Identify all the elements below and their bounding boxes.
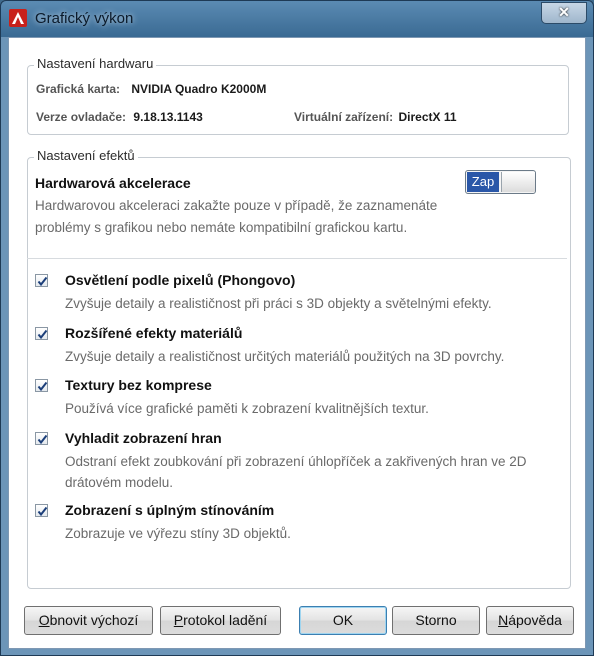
material-effects-label: Rozšířené efekty materiálů: [65, 325, 243, 341]
ok-button[interactable]: OK: [299, 606, 387, 635]
smooth-edges-description: Odstraní efekt zoubkování při zobrazení …: [65, 454, 527, 490]
help-button[interactable]: Nápověda: [486, 606, 574, 635]
uncompressed-textures-label: Textury bez komprese: [65, 377, 212, 393]
pixel-lighting-description: Zvyšuje detaily a realističnost při prác…: [65, 296, 492, 311]
effects-group-title: Nastavení efektů: [34, 148, 138, 163]
reset-defaults-button[interactable]: Obnovit výchozí: [24, 606, 153, 635]
material-effects-description: Zvyšuje detaily a realističnost určitých…: [65, 349, 505, 364]
full-shadows-checkbox[interactable]: [35, 504, 48, 517]
reset-mnemonic: O: [38, 612, 50, 628]
reset-label: bnovit výchozí: [49, 612, 139, 628]
graphics-card-value: NVIDIA Quadro K2000M: [131, 82, 267, 96]
driver-value: 9.18.13.1143: [133, 110, 203, 124]
virtual-device-value: DirectX 11: [398, 110, 457, 124]
toggle-knob[interactable]: [501, 172, 535, 192]
pixel-lighting-label: Osvětlení podle pixelů (Phongovo): [65, 272, 296, 288]
smooth-edges-label: Vyhladit zobrazení hran: [65, 430, 222, 446]
uncompressed-textures-checkbox[interactable]: [35, 379, 48, 392]
debug-log-button[interactable]: Protokol ladění: [160, 606, 281, 635]
title-bar[interactable]: Grafický výkon ✕: [1, 1, 593, 37]
cancel-button[interactable]: Storno: [392, 606, 480, 635]
smooth-edges-checkbox[interactable]: [35, 432, 48, 445]
acceleration-toggle[interactable]: Zap: [465, 170, 536, 194]
virtual-device-row: Virtuální zařízení: DirectX 11: [294, 110, 457, 124]
dialog-window: Grafický výkon ✕ Nastavení hardwaru Graf…: [0, 0, 594, 656]
uncompressed-textures-description: Používá více grafické paměti k zobrazení…: [65, 401, 429, 416]
help-mnemonic: N: [498, 612, 509, 628]
dialog-body: Nastavení hardwaru Grafická karta: NVIDI…: [8, 37, 586, 649]
full-shadows-description: Zobrazuje ve výřezu stíny 3D objektů.: [65, 526, 291, 541]
graphics-card-row: Grafická karta: NVIDIA Quadro K2000M: [36, 82, 266, 96]
hardware-group-title: Nastavení hardwaru: [34, 56, 157, 71]
close-button[interactable]: ✕: [541, 2, 587, 24]
debug-label: rotokol ladění: [183, 612, 268, 628]
debug-mnemonic: P: [173, 612, 184, 628]
acceleration-title: Hardwarová akcelerace: [35, 175, 191, 191]
app-logo-icon: [9, 9, 27, 27]
section-divider: [27, 258, 567, 259]
driver-row: Verze ovladače: 9.18.13.1143: [36, 110, 203, 124]
graphics-card-label: Grafická karta:: [36, 82, 121, 96]
toggle-on-label: Zap: [467, 172, 499, 192]
material-effects-checkbox[interactable]: [35, 327, 48, 340]
hardware-group: Nastavení hardwaru Grafická karta: NVIDI…: [27, 56, 569, 135]
virtual-device-label: Virtuální zařízení:: [294, 110, 394, 124]
full-shadows-label: Zobrazení s úplným stínováním: [65, 502, 275, 518]
pixel-lighting-checkbox[interactable]: [35, 274, 48, 287]
window-title: Grafický výkon: [35, 10, 134, 27]
acceleration-description: Hardwarovou akceleraci zakažte pouze v p…: [35, 198, 438, 235]
help-label: ápověda: [508, 612, 562, 628]
driver-label: Verze ovladače:: [36, 110, 127, 124]
